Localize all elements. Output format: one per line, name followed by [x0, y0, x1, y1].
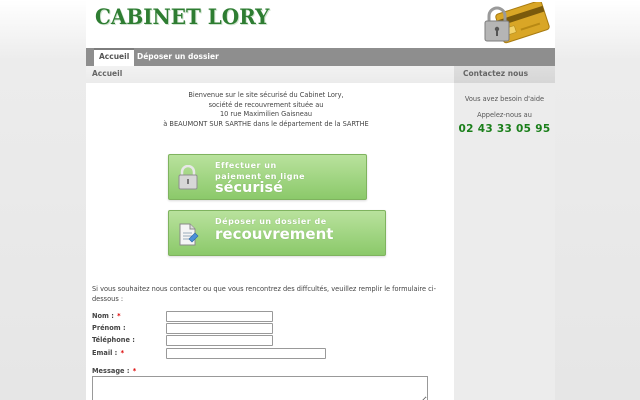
required-marker: *	[117, 312, 121, 320]
form-intro-text: Si vous souhaitez nous contacter ou que …	[92, 285, 436, 303]
main-content: Accueil Bienvenue sur le site sécurisé d…	[86, 66, 454, 400]
intro-line: Bienvenue sur le site sécurisé du Cabine…	[188, 91, 344, 99]
intro-line: 10 rue Maximilien Gaisneau	[219, 110, 313, 119]
phone-number[interactable]: 02 43 33 05 95	[454, 123, 555, 135]
sidebar-call-text: Appelez-nous au	[477, 111, 532, 119]
message-textarea[interactable]	[92, 376, 428, 400]
header: CABINET LORY	[86, 0, 555, 48]
site-logo[interactable]: CABINET LORY	[95, 4, 269, 29]
secure-payment-button[interactable]: Effectuer un paiement en ligne sécurisé	[168, 154, 367, 200]
nom-label: Nom : *	[92, 312, 121, 320]
contact-sidebar: Contactez nous Vous avez besoin d'aide A…	[454, 66, 555, 400]
padlock-icon	[178, 165, 198, 190]
sidebar-help-text: Vous avez besoin d'aide	[464, 95, 545, 103]
prenom-label: Prénom :	[92, 324, 126, 332]
intro-line: société de recouvrement située au	[208, 100, 324, 109]
sidebar-title: Contactez nous	[454, 66, 555, 83]
cta-pay-line1: Effectuer un	[215, 161, 277, 170]
telephone-input[interactable]	[166, 335, 273, 346]
credit-card-padlock-icon	[484, 2, 550, 44]
nom-label-text: Nom :	[92, 312, 114, 320]
prenom-input[interactable]	[166, 323, 273, 334]
welcome-text: Bienvenue sur le site sécurisé du Cabine…	[146, 91, 386, 129]
page-container: CABINET LORY Accueil Déposer un dossier …	[86, 0, 555, 400]
email-label-text: Email :	[92, 349, 118, 357]
required-marker: *	[132, 367, 137, 375]
message-label-text: Message :	[92, 367, 130, 375]
document-icon	[179, 223, 199, 246]
page-title: Accueil	[86, 66, 454, 83]
main-navigation: Accueil Déposer un dossier	[86, 48, 555, 66]
required-marker: *	[120, 349, 125, 357]
message-label: Message : *	[92, 367, 136, 375]
submit-file-button[interactable]: Déposer un dossier de recouvrement	[168, 210, 386, 256]
telephone-label: Téléphone :	[92, 336, 135, 344]
cta-pay-big: sécurisé	[215, 180, 283, 196]
email-input[interactable]	[166, 348, 326, 359]
nav-item-accueil[interactable]: Accueil	[94, 48, 135, 66]
cta-file-big: recouvrement	[215, 225, 334, 243]
nom-input[interactable]	[166, 311, 273, 322]
intro-line: à BEAUMONT SUR SARTHE dans le départemen…	[163, 119, 369, 128]
nav-item-deposer-dossier[interactable]: Déposer un dossier	[132, 48, 224, 66]
email-label: Email : *	[92, 349, 124, 357]
